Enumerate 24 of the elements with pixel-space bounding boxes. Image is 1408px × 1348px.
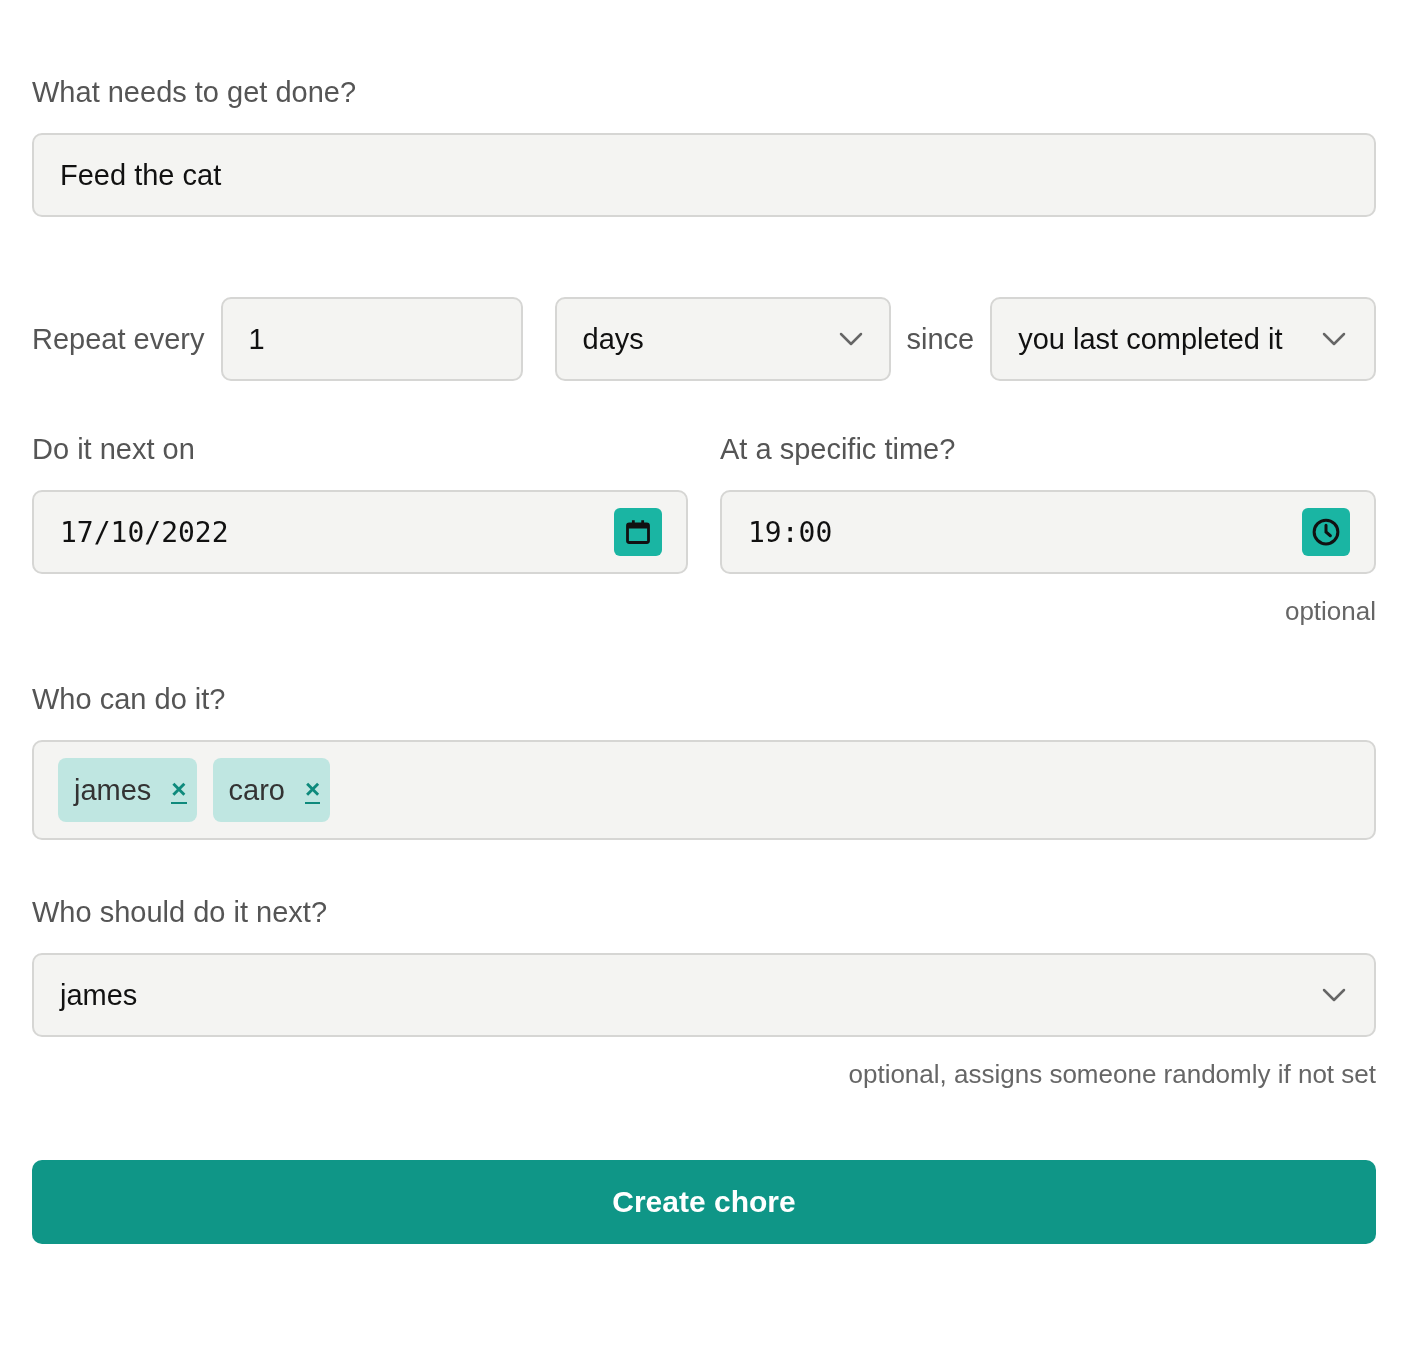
chevron-down-icon	[1322, 332, 1346, 346]
field-label: Who should do it next?	[32, 896, 328, 929]
chevron-down-icon	[838, 332, 863, 346]
create-chore-button[interactable]: Create chore	[32, 1160, 1376, 1244]
tag-label: james	[74, 773, 152, 807]
chevron-down-icon	[1322, 988, 1346, 1002]
date-input-field[interactable]: 17/10/2022	[32, 490, 688, 574]
clock-icon[interactable]	[1302, 508, 1350, 556]
field-label: Do it next on	[32, 433, 196, 466]
field-label: Who can do it?	[32, 683, 227, 716]
select-field[interactable]: james	[32, 953, 1376, 1037]
text-input-field[interactable]: Feed the cat	[32, 133, 1376, 217]
field-label: What needs to get done?	[32, 76, 358, 109]
field-label: At a specific time?	[720, 433, 957, 466]
select-field[interactable]: days	[554, 297, 891, 381]
select-field[interactable]: you last completed it	[990, 297, 1376, 381]
since-label: since	[906, 322, 975, 356]
helper-text: optional, assigns someone randomly if not set	[848, 1059, 1376, 1090]
helper-text: optional	[1284, 596, 1376, 627]
number-input-field[interactable]: 1	[220, 297, 523, 381]
repeat-label: Repeat every	[32, 322, 205, 356]
time-input-field[interactable]: 19:00	[720, 490, 1376, 574]
tag-label: caro	[228, 773, 285, 807]
calendar-icon[interactable]	[614, 508, 662, 556]
